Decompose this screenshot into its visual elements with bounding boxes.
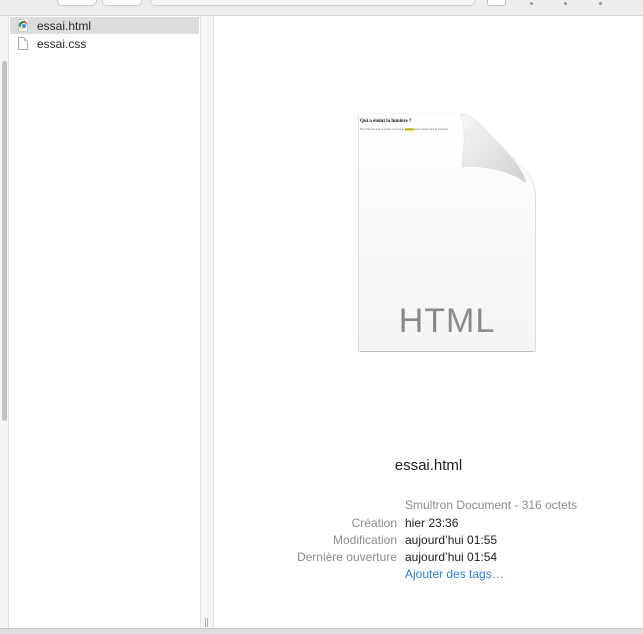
- blank-document-icon: [18, 37, 28, 50]
- file-item-label: essai.html: [37, 18, 92, 33]
- metadata-row-last-opened: Dernière ouverture aujourd’hui 01:54: [214, 550, 643, 566]
- toolbar: [0, 0, 643, 16]
- document-preview-text: Bon il fait tout noir en ce moi, c'est l…: [360, 128, 448, 131]
- toolbar-view-toggle[interactable]: [487, 0, 506, 6]
- toolbar-dot-icon: [564, 2, 567, 5]
- metadata-row-modification: Modification aujourd’hui 01:55: [214, 533, 643, 549]
- document-thumbnail: Qui a éteint la lumière ? Bon il fait to…: [358, 113, 536, 352]
- add-tags-link[interactable]: Ajouter des tags…: [405, 567, 504, 581]
- chrome-html-icon: [18, 19, 28, 32]
- preview-filename: essai.html: [394, 457, 463, 474]
- preview-pane: Qui a éteint la lumière ? Bon il fait to…: [214, 16, 643, 628]
- toolbar-path-field[interactable]: [150, 0, 475, 6]
- pane-divider[interactable]: ||: [200, 16, 214, 628]
- metadata-label: Création: [351, 516, 397, 530]
- bottom-scroll-strip[interactable]: [0, 628, 643, 634]
- metadata-label: Modification: [332, 533, 397, 547]
- left-scroll-thumb[interactable]: [2, 61, 7, 421]
- file-list: essai.html essai.css: [9, 16, 200, 628]
- document-preview-heading: Qui a éteint la lumière ?: [360, 119, 412, 124]
- metadata-kind-row: Smultron Document - 316 octets: [214, 498, 643, 514]
- file-item-essai-css[interactable]: essai.css: [10, 35, 199, 52]
- metadata-value: aujourd’hui 01:54: [405, 550, 498, 564]
- divider-grip-icon: ||: [204, 618, 209, 628]
- document-type-label: HTML: [398, 302, 496, 340]
- metadata-tags-row: Ajouter des tags…: [214, 567, 643, 583]
- metadata-value: hier 23:36: [405, 516, 459, 530]
- metadata-value: aujourd’hui 01:55: [405, 533, 498, 547]
- left-scroll-track[interactable]: [0, 16, 9, 628]
- file-item-label: essai.css: [37, 36, 87, 51]
- metadata-row-creation: Création hier 23:36: [214, 516, 643, 532]
- metadata-label: Dernière ouverture: [296, 550, 397, 564]
- toolbar-dot-icon: [599, 2, 602, 5]
- toolbar-button-share[interactable]: [102, 0, 142, 6]
- metadata-kind: Smultron Document - 316 octets: [405, 498, 578, 512]
- file-item-essai-html[interactable]: essai.html: [10, 17, 199, 34]
- toolbar-dot-icon: [530, 2, 533, 5]
- toolbar-button-left[interactable]: [57, 0, 97, 6]
